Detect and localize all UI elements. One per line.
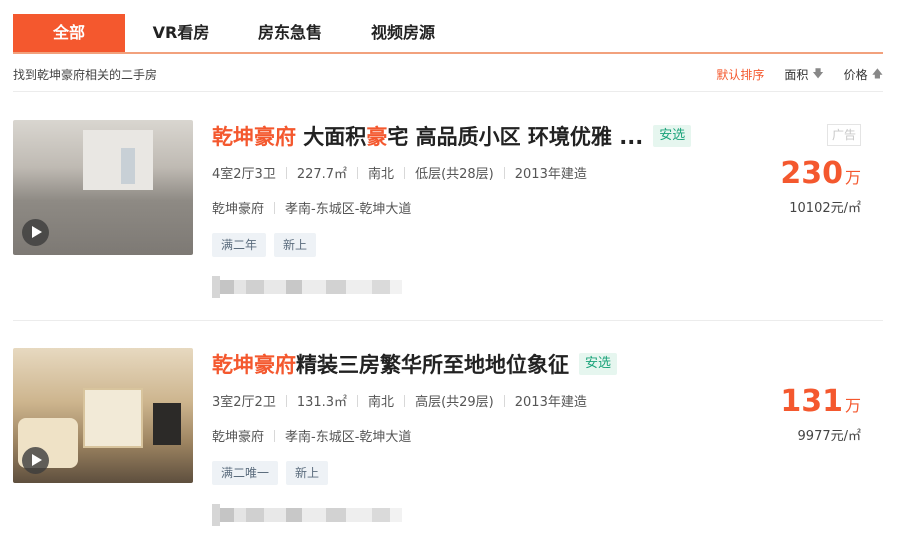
title-part: 精装三房繁华所至地地位象征 (296, 353, 569, 377)
anxuan-badge: 安选 (653, 125, 692, 147)
listing-photo[interactable] (13, 348, 193, 483)
title-highlight: 豪 (366, 125, 388, 149)
house-floor: 低层(共28层) (415, 167, 494, 182)
arrow-down-icon: 🡇 (812, 67, 824, 80)
listing-title[interactable]: 乾坤豪府精装三房繁华所至地地位象征 (212, 349, 569, 379)
agent-blurred (212, 276, 402, 298)
total-price: 230 万 (780, 156, 861, 191)
house-floor: 高层(共29层) (415, 395, 494, 410)
tab-vr[interactable]: VR看房 (125, 14, 237, 52)
tag: 新上 (286, 461, 329, 485)
listing-card[interactable]: 乾坤豪府 大面积豪宅 高品质小区 环境优雅 ... 安选 广告 4室2厅3卫 2… (13, 120, 883, 320)
sort-area-label: 面积 (784, 68, 809, 82)
house-orientation: 南北 (368, 395, 395, 410)
house-year: 2013年建造 (514, 167, 587, 182)
sort-default[interactable]: 默认排序 (716, 66, 764, 83)
sort-price-label: 价格 (843, 68, 868, 82)
house-area: 227.7㎡ (296, 167, 348, 182)
community-info: 乾坤豪府 孝南-东城区-乾坤大道 (212, 198, 411, 217)
title-highlight: 乾坤豪府 (212, 125, 296, 149)
listing-divider (13, 320, 883, 321)
play-icon[interactable] (22, 219, 49, 246)
community-name[interactable]: 乾坤豪府 (212, 198, 264, 217)
sort-area[interactable]: 面积 🡇 (784, 65, 823, 84)
price-box: 131 万 9977元/㎡ (780, 384, 861, 444)
house-area: 131.3㎡ (296, 395, 348, 410)
anxuan-badge: 安选 (579, 353, 618, 375)
total-price-value: 230 (780, 156, 843, 191)
price-box: 230 万 10102元/㎡ (780, 156, 861, 216)
result-summary: 找到乾坤豪府相关的二手房 (13, 68, 158, 82)
listing-title[interactable]: 乾坤豪府 大面积豪宅 高品质小区 环境优雅 ... (212, 121, 643, 151)
photo-tv (153, 403, 181, 445)
total-price: 131 万 (780, 384, 861, 419)
tag: 满二年 (212, 233, 267, 257)
total-price-unit: 万 (844, 396, 861, 415)
listing-tags: 满二年 新上 (212, 233, 324, 257)
photo-cabinet (83, 388, 143, 448)
title-part: 大面积 (296, 125, 367, 149)
tab-all[interactable]: 全部 (13, 14, 125, 52)
arrow-up-icon: 🡅 (871, 67, 883, 80)
house-layout: 4室2厅3卫 (212, 167, 276, 182)
play-icon[interactable] (22, 447, 49, 474)
tag: 新上 (274, 233, 317, 257)
listing-photo[interactable] (13, 120, 193, 255)
listing-title-row: 乾坤豪府精装三房繁华所至地地位象征 安选 (212, 348, 772, 380)
filter-tabs: 全部 VR看房 房东急售 视频房源 (13, 14, 883, 54)
listing-title-row: 乾坤豪府 大面积豪宅 高品质小区 环境优雅 ... 安选 (212, 120, 772, 152)
tab-video[interactable]: 视频房源 (343, 14, 463, 52)
unit-price: 10102元/㎡ (789, 201, 861, 216)
house-info: 4室2厅3卫 227.7㎡ 南北 低层(共28层) 2013年建造 (212, 163, 587, 182)
tag: 满二唯一 (212, 461, 279, 485)
total-price-value: 131 (780, 384, 843, 419)
total-price-unit: 万 (844, 168, 861, 187)
house-orientation: 南北 (368, 167, 395, 182)
community-location[interactable]: 孝南-东城区-乾坤大道 (285, 198, 411, 217)
listing-tags: 满二唯一 新上 (212, 461, 336, 485)
community-info: 乾坤豪府 孝南-东城区-乾坤大道 (212, 426, 411, 445)
house-year: 2013年建造 (514, 395, 587, 410)
community-location[interactable]: 孝南-东城区-乾坤大道 (285, 426, 411, 445)
sort-price[interactable]: 价格 🡅 (844, 65, 883, 84)
tab-urgent-sale[interactable]: 房东急售 (237, 14, 343, 52)
house-layout: 3室2厅2卫 (212, 395, 276, 410)
sort-options: 默认排序 面积 🡇 价格 🡅 (696, 65, 883, 84)
title-highlight: 乾坤豪府 (212, 353, 296, 377)
title-part: 宅 高品质小区 环境优雅 ... (387, 125, 644, 149)
house-info: 3室2厅2卫 131.3㎡ 南北 高层(共29层) 2013年建造 (212, 391, 587, 410)
community-name[interactable]: 乾坤豪府 (212, 426, 264, 445)
agent-blurred (212, 504, 402, 526)
photo-wall (83, 130, 153, 190)
listing-card[interactable]: 乾坤豪府精装三房繁华所至地地位象征 安选 3室2厅2卫 131.3㎡ 南北 高层… (13, 348, 883, 534)
ad-label: 广告 (827, 124, 861, 146)
unit-price: 9977元/㎡ (797, 429, 861, 444)
result-bar: 找到乾坤豪府相关的二手房 默认排序 面积 🡇 价格 🡅 (13, 58, 883, 92)
photo-door (121, 148, 135, 184)
